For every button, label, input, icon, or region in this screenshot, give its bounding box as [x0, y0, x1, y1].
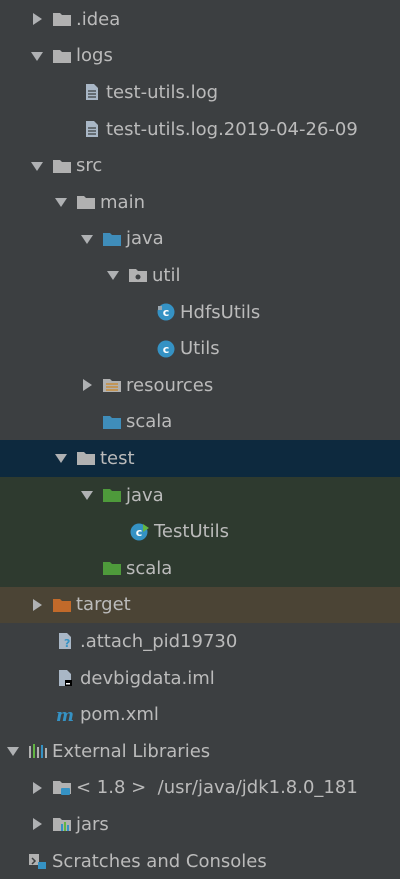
svg-text:m: m [56, 706, 74, 724]
maven-icon: m [56, 706, 76, 724]
tree-item-resources[interactable]: resources [0, 367, 400, 404]
collapse-arrow-icon[interactable] [54, 451, 68, 465]
tree-item-label: java [126, 484, 164, 506]
package-icon [128, 266, 148, 284]
tree-item-logs[interactable]: logs [0, 38, 400, 75]
tree-item-label: TestUtils [154, 521, 230, 543]
tree-item-testutils[interactable]: c TestUtils [0, 513, 400, 550]
folder-icon [52, 157, 72, 175]
tree-item-label: jars [76, 813, 109, 835]
class-icon: c [156, 303, 176, 321]
collapse-arrow-icon[interactable] [30, 49, 44, 63]
tree-item-test[interactable]: test [0, 440, 400, 477]
tree-item-target[interactable]: target [0, 586, 400, 624]
expand-arrow-icon[interactable] [30, 12, 44, 26]
tree-item-label: test [100, 447, 135, 469]
tree-item-scratches[interactable]: Scratches and Consoles [0, 843, 400, 879]
tree-item-label: scala [126, 411, 173, 433]
text-file-icon [82, 120, 102, 138]
excluded-folder-icon [52, 596, 72, 614]
test-class-icon: c [130, 523, 150, 541]
resources-folder-icon [102, 376, 122, 394]
scratches-icon [28, 852, 48, 870]
jdk-icon [52, 779, 72, 797]
tree-item-label: External Libraries [52, 740, 211, 762]
collapse-arrow-icon[interactable] [106, 268, 120, 282]
tree-item-src[interactable]: src [0, 147, 400, 184]
tree-item-main-scala[interactable]: scala [0, 404, 400, 441]
tree-item-main-java[interactable]: java [0, 221, 400, 258]
collapse-arrow-icon[interactable] [54, 195, 68, 209]
collapse-arrow-icon[interactable] [6, 744, 20, 758]
tree-item-label: devbigdata.iml [80, 667, 215, 689]
tree-item-hdfsutils[interactable]: c HdfsUtils [0, 294, 400, 331]
tree-item-jdk[interactable]: < 1.8 > /usr/java/jdk1.8.0_181 [0, 770, 400, 807]
tree-item-idea[interactable]: .idea [0, 1, 400, 38]
folder-icon [52, 10, 72, 28]
folder-icon [76, 449, 96, 467]
test-folder-icon [102, 486, 122, 504]
tree-item-label: src [76, 155, 103, 177]
tree-item-label: util [152, 264, 181, 286]
tree-item-test-utils-log-dated[interactable]: test-utils.log.2019-04-26-09 [0, 111, 400, 148]
tree-item-label: HdfsUtils [180, 301, 261, 323]
tree-item-utils[interactable]: c Utils [0, 330, 400, 367]
source-folder-icon [102, 230, 122, 248]
expand-arrow-icon[interactable] [80, 378, 94, 392]
collapse-arrow-icon[interactable] [80, 232, 94, 246]
tree-item-jars[interactable]: jars [0, 806, 400, 843]
tree-item-pom[interactable]: m pom.xml [0, 696, 400, 733]
svg-text:?: ? [64, 637, 70, 650]
tree-item-label: Utils [180, 338, 220, 360]
tree-item-test-utils-log[interactable]: test-utils.log [0, 74, 400, 111]
expand-arrow-icon[interactable] [30, 598, 44, 612]
class-icon: c [156, 340, 176, 358]
tree-item-label: resources [126, 374, 214, 396]
folder-icon [76, 193, 96, 211]
tree-item-test-scala[interactable]: scala [0, 550, 400, 587]
module-file-icon [56, 669, 76, 687]
tree-item-util-package[interactable]: util [0, 257, 400, 294]
tree-item-label: Scratches and Consoles [52, 850, 267, 872]
test-folder-icon [102, 559, 122, 577]
tree-item-label: logs [76, 45, 113, 67]
jars-library-icon [52, 815, 72, 833]
project-tree: .idea logs test-utils.log test-utils.log… [0, 0, 400, 878]
svg-text:c: c [136, 526, 143, 539]
tree-item-iml[interactable]: devbigdata.iml [0, 660, 400, 697]
source-folder-icon [102, 413, 122, 431]
tree-item-label: main [100, 191, 145, 213]
text-file-icon [82, 83, 102, 101]
tree-item-label: test-utils.log.2019-04-26-09 [106, 118, 358, 140]
tree-item-main[interactable]: main [0, 184, 400, 221]
expand-arrow-icon[interactable] [30, 817, 44, 831]
expand-arrow-icon[interactable] [30, 781, 44, 795]
tree-item-label: pom.xml [80, 704, 159, 726]
tree-item-attach-pid[interactable]: ? .attach_pid19730 [0, 623, 400, 660]
tree-item-label: .attach_pid19730 [80, 630, 238, 652]
library-icon [28, 742, 48, 760]
tree-item-label: < 1.8 > /usr/java/jdk1.8.0_181 [76, 777, 358, 799]
tree-item-label: target [76, 594, 131, 616]
tree-item-label: .idea [76, 8, 121, 30]
folder-icon [52, 47, 72, 65]
tree-item-label: scala [126, 557, 173, 579]
tree-item-label: test-utils.log [106, 81, 219, 103]
svg-text:c: c [163, 343, 170, 356]
collapse-arrow-icon[interactable] [80, 488, 94, 502]
tree-item-label: java [126, 228, 164, 250]
tree-item-test-java[interactable]: java [0, 476, 400, 514]
svg-text:c: c [163, 306, 170, 319]
unknown-file-icon: ? [56, 632, 76, 650]
tree-item-external-libraries[interactable]: External Libraries [0, 733, 400, 770]
collapse-arrow-icon[interactable] [30, 159, 44, 173]
